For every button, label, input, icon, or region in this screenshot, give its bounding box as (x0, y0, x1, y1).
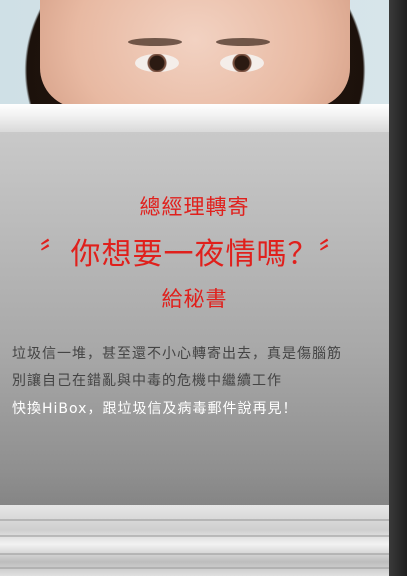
body-text-line-1: 垃圾信一堆，甚至還不小心轉寄出去，真是傷腦筋 (12, 346, 342, 362)
woman-photo (0, 0, 389, 108)
body-text-line-3: 快換HiBox，跟垃圾信及病毒郵件說再見！ (12, 401, 298, 417)
right-eye (220, 54, 264, 72)
page-edge (389, 0, 407, 576)
headline-line-1: 總經理轉寄 (139, 195, 250, 219)
paper-edge (0, 553, 389, 555)
headline-line-2: 〞你想要一夜情嗎？〞 (39, 237, 350, 272)
left-eyebrow (128, 38, 182, 46)
headline-line-3: 給秘書 (161, 287, 228, 311)
right-eyebrow (216, 38, 270, 46)
laptop-lid-edge (0, 104, 389, 132)
paper-edge (0, 567, 389, 569)
face-shape (40, 0, 350, 108)
body-text-line-2: 別讓自己在錯亂與中毒的危機中繼續工作 (12, 373, 282, 389)
left-eye (135, 54, 179, 72)
ad-banner: 總經理轉寄 〞你想要一夜情嗎？〞 給秘書 垃圾信一堆，甚至還不小心轉寄出去，真是… (0, 0, 389, 576)
paper-edge (0, 535, 389, 537)
paper-edge (0, 519, 389, 521)
paper-stack (0, 505, 389, 576)
